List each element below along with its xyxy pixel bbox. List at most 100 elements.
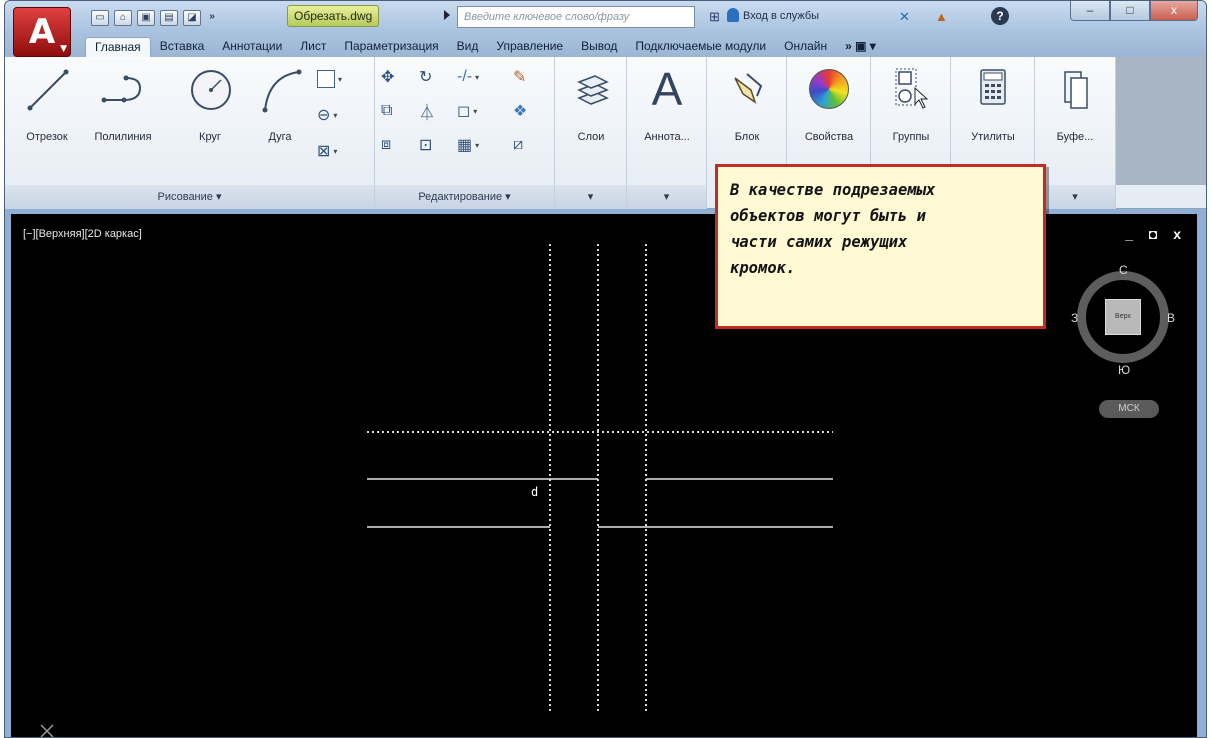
trim-icon[interactable]: -/- ▾ xyxy=(457,65,493,89)
scale-icon[interactable]: ⊡ xyxy=(419,133,455,157)
layers-panel-footer[interactable]: ▾ xyxy=(555,185,626,209)
tab-manage[interactable]: Управление xyxy=(487,37,572,57)
layers-label: Слои xyxy=(577,131,605,143)
mirror-icon[interactable]: ⏃ xyxy=(419,99,455,123)
minimize-button[interactable]: – xyxy=(1070,1,1110,21)
line-tool[interactable]: Отрезок xyxy=(15,63,79,143)
a360-icon[interactable]: ▲ xyxy=(935,9,948,24)
hatch-icon[interactable]: ⊠ ▾ xyxy=(317,139,353,163)
qat-more-icon[interactable]: » xyxy=(206,10,218,26)
open-folder-icon[interactable]: ⌂ xyxy=(114,10,132,26)
viewcube-top-face[interactable]: Верх xyxy=(1105,299,1141,335)
user-icon xyxy=(727,8,739,22)
block-button[interactable]: Блок xyxy=(713,63,781,143)
plot-icon[interactable]: ◪ xyxy=(183,10,201,26)
clipboard-panel-footer[interactable]: ▾ xyxy=(1035,185,1115,209)
viewcube[interactable]: Верх С Ю З В xyxy=(1071,259,1175,379)
modify-panel: ✥ ↻ -/- ▾ ✎ ⧉ ⏃ ◻ ▾ ❖ ⧈ ⊡ ▦ ▾ ⧄ Редактирова… xyxy=(375,57,555,209)
circle-icon xyxy=(181,63,239,115)
line-icon xyxy=(15,63,79,115)
tab-insert[interactable]: Вставка xyxy=(151,37,214,57)
tabs-overflow-button[interactable]: » ▣ ▾ xyxy=(836,37,885,57)
color-wheel-icon xyxy=(793,63,865,115)
compass-south[interactable]: Ю xyxy=(1118,363,1130,377)
clipboard-label: Буфе... xyxy=(1056,131,1094,143)
properties-label: Свойства xyxy=(804,131,854,143)
modify-panel-footer[interactable]: Редактирование ▾ xyxy=(375,185,554,209)
circle-label: Круг xyxy=(199,131,221,143)
layers-panel: Слои ▾ xyxy=(555,57,627,209)
save-as-icon[interactable]: ▤ xyxy=(160,10,178,26)
quick-access-toolbar: ▭ ⌂ ▣ ▤ ◪ » xyxy=(91,10,218,26)
tab-output[interactable]: Вывод xyxy=(572,37,626,57)
tab-view[interactable]: Вид xyxy=(448,37,488,57)
ribbon-tabs: Главная Вставка Аннотации Лист Параметри… xyxy=(5,35,1206,57)
tab-online[interactable]: Онлайн xyxy=(775,37,836,57)
circle-tool[interactable]: Круг xyxy=(181,63,239,143)
draw-panel-footer[interactable]: Рисование ▾ xyxy=(5,185,374,209)
file-title: Обрезать.dwg xyxy=(287,5,380,27)
ucs-menu[interactable]: МСК xyxy=(1099,400,1159,418)
annotation-button[interactable]: A Аннота... xyxy=(631,63,703,143)
tab-annotate[interactable]: Аннотации xyxy=(213,37,291,57)
compass-west[interactable]: З xyxy=(1071,311,1078,325)
arc-label: Дуга xyxy=(268,131,292,143)
window-controls: – □ x xyxy=(1070,1,1198,21)
move-icon[interactable]: ✥ xyxy=(381,65,417,89)
help-icon[interactable]: ? xyxy=(991,7,1009,25)
arc-tool[interactable]: Дуга xyxy=(253,63,307,143)
tab-plugins[interactable]: Подключаемые модули xyxy=(626,37,775,57)
groups-label: Группы xyxy=(892,131,930,143)
save-icon[interactable]: ▣ xyxy=(137,10,155,26)
application-menu-button[interactable]: A ▼ xyxy=(13,7,71,57)
layers-icon xyxy=(559,63,623,115)
login-button[interactable]: Вход в службы xyxy=(743,10,819,22)
draw-small-tools: ▾ ⊖ ▾ ⊠ ▾ xyxy=(317,67,353,163)
explode-icon[interactable]: ❖ xyxy=(513,99,549,123)
callout-note: В качестве подрезаемых объектов могут бы… xyxy=(715,164,1046,329)
offset-icon[interactable]: ⧄ xyxy=(513,133,549,157)
annotation-panel: A Аннота... ▾ xyxy=(627,57,707,209)
new-file-icon[interactable]: ▭ xyxy=(91,10,109,26)
maximize-button[interactable]: □ xyxy=(1110,1,1150,21)
annotation-icon: A xyxy=(651,63,683,115)
rotate-icon[interactable]: ↻ xyxy=(419,65,455,89)
calculator-icon xyxy=(957,63,1029,115)
arc-icon xyxy=(253,63,307,115)
search-input[interactable]: Введите ключевое слово/фразу xyxy=(457,6,695,28)
polyline-label: Полилиния xyxy=(94,131,152,143)
callout-line-3: части самих режущих xyxy=(730,233,908,251)
close-button[interactable]: x xyxy=(1150,1,1198,21)
polyline-tool[interactable]: Полилиния xyxy=(81,63,165,143)
rectangle-icon[interactable]: ▾ xyxy=(317,67,353,91)
binoculars-icon[interactable]: ⊞ xyxy=(709,9,720,25)
annotation-label: Аннота... xyxy=(644,131,690,143)
modify-tools: ✥ ↻ -/- ▾ ✎ ⧉ ⏃ ◻ ▾ ❖ ⧈ ⊡ ▦ ▾ ⧄ xyxy=(381,65,553,157)
erase-icon[interactable]: ✎ xyxy=(513,65,549,89)
tab-home[interactable]: Главная xyxy=(85,37,151,57)
compass-east[interactable]: В xyxy=(1167,311,1175,325)
title-bar: ▭ ⌂ ▣ ▤ ◪ » Обрезать.dwg Введите ключево… xyxy=(5,1,1206,35)
clipboard-button[interactable]: Буфе... xyxy=(1039,63,1111,143)
exchange-icon[interactable]: ✕ xyxy=(899,9,910,25)
tab-parametric[interactable]: Параметризация xyxy=(335,37,447,57)
callout-line-2: объектов могут быть и xyxy=(730,207,926,225)
ellipse-icon[interactable]: ⊖ ▾ xyxy=(317,103,353,127)
properties-button[interactable]: Свойства xyxy=(793,63,865,143)
compass-north[interactable]: С xyxy=(1119,263,1128,277)
chevron-down-icon: ▼ xyxy=(60,44,67,54)
tab-layout[interactable]: Лист xyxy=(291,37,335,57)
copy-icon[interactable]: ⧉ xyxy=(381,99,417,123)
groups-button[interactable]: Группы xyxy=(877,63,945,143)
annotation-panel-footer[interactable]: ▾ xyxy=(627,185,706,209)
array-icon[interactable]: ▦ ▾ xyxy=(457,133,493,157)
stretch-icon[interactable]: ⧈ xyxy=(381,133,417,157)
layers-button[interactable]: Слои xyxy=(559,63,623,143)
line-label: Отрезок xyxy=(26,131,68,143)
utilities-button[interactable]: Утилиты xyxy=(957,63,1029,143)
callout-line-4: кромок. xyxy=(730,259,796,277)
groups-icon xyxy=(877,63,945,115)
block-label: Блок xyxy=(734,131,760,143)
block-icon xyxy=(713,63,781,115)
fillet-icon[interactable]: ◻ ▾ xyxy=(457,99,493,123)
